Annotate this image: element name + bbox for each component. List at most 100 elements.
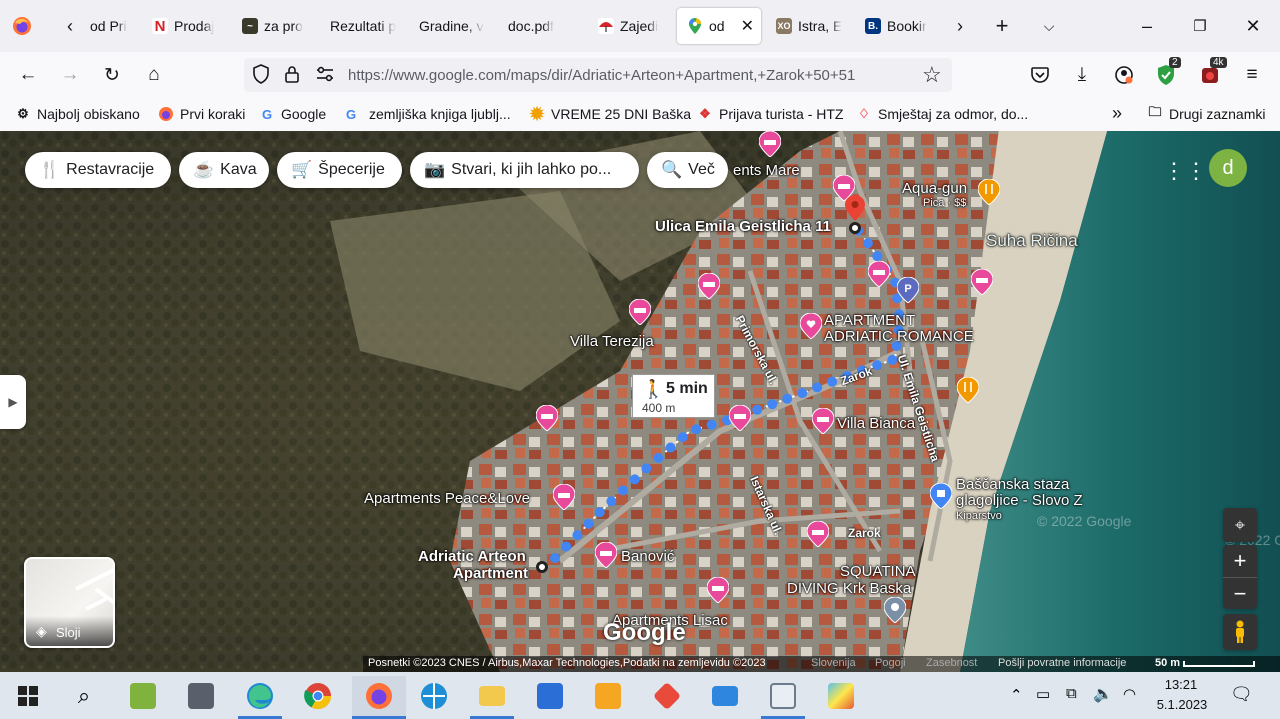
country-link[interactable]: Slovenija (811, 657, 856, 669)
lock-icon[interactable] (284, 65, 300, 88)
meet-now-icon[interactable]: ⧉ (1066, 685, 1077, 702)
menu-hamburger-icon[interactable]: ≡ (1236, 59, 1268, 91)
place-label-aqua-gun[interactable]: Aqua-gun (902, 180, 967, 197)
tab-9[interactable]: XO Istra, E (776, 8, 842, 44)
chip-more[interactable]: 🔍 Več (647, 152, 728, 188)
my-location-icon[interactable]: ⌖ (1223, 508, 1257, 542)
chip-groceries[interactable]: 🛒 Špecerije (277, 152, 402, 188)
file-explorer-icon[interactable] (470, 676, 514, 719)
place-label-villa-bianca[interactable]: Villa Bianca (837, 415, 915, 432)
tab-3[interactable]: ~ za pro (242, 8, 310, 44)
hotel-pin-icon[interactable] (868, 261, 890, 287)
chip-restaurants[interactable]: 🍴 Restavracije (25, 152, 171, 188)
chip-things-to-do[interactable]: 📷 Stvari, ki jih lahko po... (410, 152, 639, 188)
calculator-icon[interactable] (179, 676, 223, 716)
route-info-box[interactable]: 🚶 5 min 400 m (632, 374, 715, 418)
terms-link[interactable]: Pogoji (875, 657, 906, 669)
tab-6[interactable]: doc.pdf (508, 8, 578, 44)
bookmark-star-icon[interactable]: ☆ (922, 62, 942, 88)
destination-pin-icon[interactable] (845, 195, 865, 221)
origin-label-1[interactable]: Adriatic Arteon (418, 548, 526, 565)
bookmark-airbnb[interactable]: ♢ Smještaj za odmor, do... (856, 106, 1028, 122)
tab-10[interactable]: B. Bookir (865, 8, 931, 44)
bookmark-most-visited[interactable]: ⚙ Najbolj obiskano (15, 106, 140, 122)
bookmark-htz[interactable]: ❖ Prijava turista - HTZ (697, 106, 843, 122)
place-label-mare[interactable]: ents Mare (733, 162, 800, 179)
origin-dot[interactable] (536, 561, 548, 573)
street-view-pegman-icon[interactable] (1223, 614, 1257, 650)
tab-5[interactable]: Gradine, v (419, 8, 491, 44)
heart-pin-icon[interactable] (800, 313, 822, 339)
bookmark-first-steps[interactable]: Prvi koraki (158, 106, 245, 122)
extension-icon[interactable]: 4k (1194, 57, 1227, 91)
hotel-pin-icon[interactable] (553, 484, 575, 510)
clock-time[interactable]: 13:21 (1155, 677, 1207, 692)
expand-panel-button[interactable]: ▶ (0, 375, 26, 429)
diving-pin-icon[interactable] (884, 597, 906, 623)
place-label-peace-love[interactable]: Apartments Peace&Love (364, 490, 530, 507)
reload-icon[interactable]: ↻ (96, 59, 128, 91)
tabs-scroll-left-icon[interactable]: ‹ (54, 10, 86, 42)
layers-button[interactable]: ◈ Sloji (24, 557, 115, 648)
restore-window-icon[interactable]: ❐ (1184, 10, 1216, 42)
search-icon[interactable]: ⌕ (62, 676, 106, 716)
list-tabs-icon[interactable]: ⌵ (1033, 10, 1065, 42)
hotel-pin-icon[interactable] (729, 405, 751, 431)
permissions-icon[interactable] (316, 66, 334, 87)
hotel-pin-icon[interactable] (759, 131, 781, 157)
hotel-pin-icon[interactable] (812, 408, 834, 434)
bookmark-google[interactable]: G Google (259, 106, 326, 122)
tab-active-maps[interactable]: od ✕ (677, 8, 761, 44)
tab-2[interactable]: N Prodaj (152, 8, 222, 44)
notepad-icon[interactable] (761, 676, 805, 719)
new-tab-icon[interactable]: + (986, 10, 1018, 42)
account-avatar[interactable]: d (1209, 149, 1247, 187)
hotel-pin-icon[interactable] (536, 405, 558, 431)
hotel-pin-icon[interactable] (629, 299, 651, 325)
media-player-icon[interactable] (586, 676, 630, 716)
hotel-pin-icon[interactable] (698, 273, 720, 299)
home-icon[interactable]: ⌂ (138, 59, 170, 91)
edge-browser-icon[interactable] (238, 676, 282, 719)
hotel-pin-icon[interactable] (807, 521, 829, 547)
place-label-squatina-2[interactable]: DIVING Krk Baska (787, 580, 911, 597)
tab-7[interactable]: Zajedi (598, 8, 664, 44)
place-label-villa-terezija[interactable]: Villa Terezija (570, 333, 654, 350)
place-label-staza-2[interactable]: glagoljice - Slovo Z (956, 492, 1083, 509)
chip-coffee[interactable]: ☕ Kava (179, 152, 269, 188)
volume-icon[interactable]: 🔈 (1093, 684, 1113, 704)
other-bookmarks[interactable]: 🗀 Drugi zaznamki (1147, 104, 1265, 122)
chrome-icon[interactable] (296, 676, 340, 716)
hotel-pin-icon[interactable] (707, 577, 729, 603)
place-label-adriatic-romance[interactable]: ADRIATIC ROMANCE (824, 328, 974, 345)
tracking-shield-icon[interactable] (252, 64, 270, 89)
origin-label-2[interactable]: Apartment (453, 565, 528, 582)
tab-1[interactable]: od Pri (90, 8, 136, 44)
minimize-icon[interactable]: – (1131, 10, 1163, 42)
tab-4[interactable]: Rezultati p (330, 8, 402, 44)
contacts-app-icon[interactable] (703, 676, 747, 716)
restaurant-pin-icon[interactable] (978, 179, 1000, 205)
battery-icon[interactable]: ▭ (1036, 685, 1050, 703)
satellite-map[interactable]: 🍴 Restavracije ☕ Kava 🛒 Špecerije 📷 Stvari, … (0, 131, 1280, 672)
downloads-icon[interactable]: ⤓ (1066, 59, 1098, 91)
notifications-icon[interactable]: 🗨 (1230, 684, 1253, 705)
tabs-scroll-right-icon[interactable]: › (944, 10, 976, 42)
shopping-pin-icon[interactable] (930, 483, 952, 509)
feedback-link[interactable]: Pošlji povratne informacije (998, 657, 1126, 669)
show-hidden-icons-icon[interactable]: ⌃ (1010, 686, 1023, 704)
hotel-pin-icon[interactable] (971, 269, 993, 295)
forward-icon[interactable]: → (54, 59, 86, 91)
anydesk-icon[interactable] (645, 676, 689, 716)
back-icon[interactable]: ← (12, 59, 44, 91)
restaurant-pin-icon[interactable] (957, 377, 979, 403)
scale-label[interactable]: 50 m (1155, 657, 1180, 669)
hotel-pin-icon[interactable] (595, 542, 617, 568)
calendar-icon[interactable] (528, 676, 572, 716)
browser-app-icon[interactable] (412, 676, 456, 716)
parking-pin-icon[interactable]: P (897, 277, 919, 303)
address-bar[interactable]: https://www.google.com/maps/dir/Adriatic… (244, 58, 952, 92)
place-label-banovic[interactable]: Banović (621, 548, 674, 565)
place-label-squatina-1[interactable]: SQUATINA (840, 563, 916, 580)
more-bookmarks-icon[interactable]: » (1112, 103, 1122, 124)
